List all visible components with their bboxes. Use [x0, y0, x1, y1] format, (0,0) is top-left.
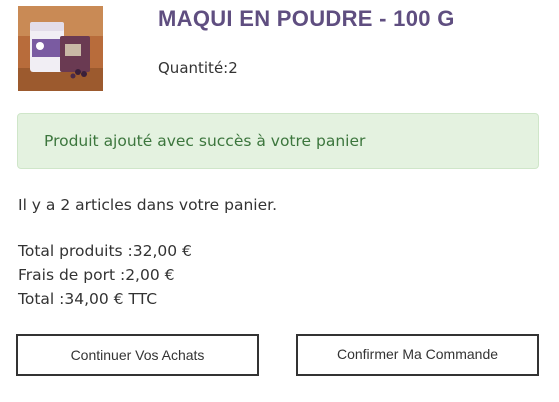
product-photo-icon	[18, 6, 103, 91]
confirm-order-button[interactable]: Confirmer Ma Commande	[296, 334, 539, 376]
product-title: MAQUI EN POUDRE - 100 G	[158, 6, 455, 31]
continue-shopping-button[interactable]: Continuer Vos Achats	[16, 334, 259, 376]
cart-totals: Total produits :32,00 € Frais de port :2…	[18, 239, 192, 311]
success-message: Produit ajouté avec succès à votre panie…	[44, 132, 366, 150]
shipping-cost: Frais de port :2,00 €	[18, 266, 175, 284]
product-thumbnail	[18, 6, 103, 91]
cart-item-count: Il y a 2 articles dans votre panier.	[18, 196, 278, 214]
product-quantity: Quantité:2	[158, 59, 238, 77]
total-products: Total produits :32,00 €	[18, 242, 192, 260]
cart-confirmation-modal: MAQUI EN POUDRE - 100 G Quantité:2 Produ…	[0, 0, 559, 402]
grand-total: Total :34,00 € TTC	[18, 290, 158, 308]
success-alert: Produit ajouté avec succès à votre panie…	[17, 113, 539, 169]
